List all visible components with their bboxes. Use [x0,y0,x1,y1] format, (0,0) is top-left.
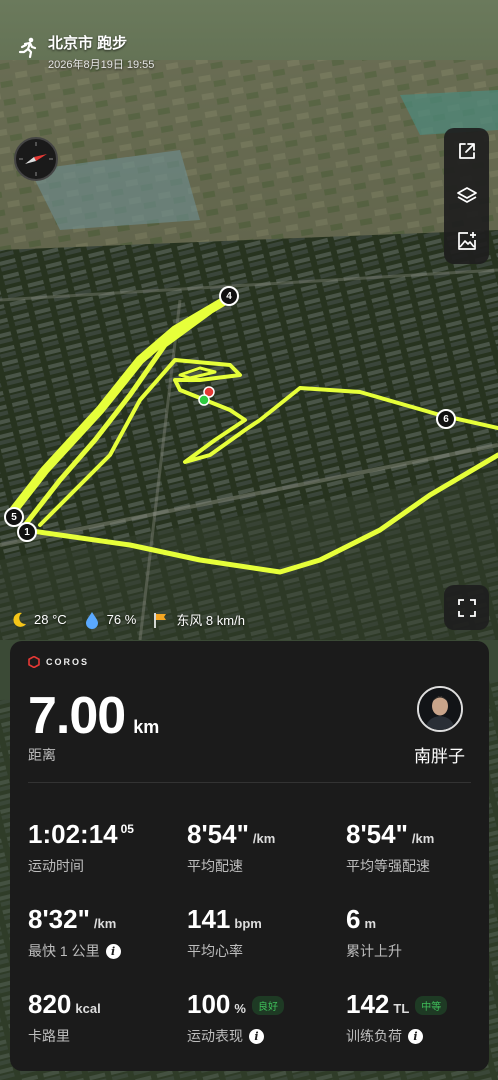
fullscreen-button[interactable] [444,585,489,630]
stat-label: 平均心率 [187,943,243,959]
card-divider [28,782,471,783]
distance-label: 距离 [28,747,56,763]
compass-button[interactable] [14,137,58,181]
weather-bar: 28 °C 76 % 东风 8 km/h [10,610,245,629]
stat-value: 1:02:14 [28,819,118,849]
stat-unit: TL [393,1001,410,1016]
wind-item: 东风 8 km/h [152,610,245,629]
compass-icon [19,142,53,176]
stat-performance: 100 % 良好 运动表现 i [187,989,284,1046]
activity-title: 北京市 跑步 [48,35,128,52]
stat-label: 平均配速 [187,858,243,874]
water-drop-icon [83,611,101,629]
stat-value: 142 [346,989,390,1019]
activity-header: 北京市 跑步 2026年8月19日 19:55 [16,32,154,72]
username: 南胖子 [414,747,465,766]
brand-name: COROS [46,657,90,667]
distance-value: 7.00 km [28,686,159,746]
km-marker-4[interactable]: 4 [219,286,239,306]
activity-datetime: 2026年8月19日 19:55 [48,59,155,71]
stat-unit: /km [252,831,276,846]
humidity-value: 76 % [106,612,137,627]
stat-unit: bpm [234,916,262,931]
training-load-badge: 中等 [415,996,448,1015]
stat-value: 6 [346,904,361,934]
map-tools-panel [444,128,489,264]
temperature-value: 28 °C [34,612,67,627]
temperature-item: 28 °C [10,611,67,629]
stat-unit: % [234,1001,246,1016]
stats-card: COROS 7.00 km 距离 南胖子 1:02:14 05 运动时间 8'5… [10,641,489,1071]
user-profile[interactable]: 南胖子 [414,686,465,767]
km-marker-6[interactable]: 6 [436,409,456,429]
stat-label: 运动表现 [187,1028,243,1044]
stat-value: 141 [187,904,231,934]
info-icon[interactable]: i [408,1028,423,1044]
performance-badge: 良好 [251,996,284,1015]
stat-value: 8'32" [28,904,90,934]
stat-hundredths: 05 [120,822,134,836]
stat-training-load: 142 TL 中等 训练负荷 i [346,989,448,1046]
stat-label: 训练负荷 [346,1028,402,1044]
stat-elevation-gain: 6 m 累计上升 [346,904,402,961]
moon-icon [10,611,28,629]
wind-flag-icon [152,611,170,629]
stat-unit: m [364,916,377,931]
wind-value: 东风 8 km/h [176,613,245,628]
stat-label: 运动时间 [28,858,84,874]
stat-value: 8'54" [187,819,249,849]
stat-label: 平均等强配速 [346,858,430,874]
stat-fastest-km: 8'32" /km 最快 1 公里 i [28,904,121,961]
km-marker-1[interactable]: 1 [17,522,37,542]
stat-label: 卡路里 [28,1028,70,1044]
info-icon[interactable]: i [105,943,121,959]
stat-label: 最快 1 公里 [28,943,100,959]
layers-icon[interactable] [454,183,480,209]
stat-avg-pace: 8'54" /km 平均配速 [187,819,275,876]
stat-value: 820 [28,989,72,1019]
stat-calories: 820 kcal 卡路里 [28,989,101,1046]
stat-unit: kcal [75,1001,101,1016]
stat-value: 8'54" [346,819,408,849]
stat-avg-grade-adjusted-pace: 8'54" /km 平均等强配速 [346,819,434,876]
avatar[interactable] [416,686,463,732]
stat-label: 累计上升 [346,943,402,959]
stat-avg-heart-rate: 141 bpm 平均心率 [187,904,262,961]
coros-logo-icon [28,656,40,668]
user-avatar-image [418,688,461,730]
fullscreen-icon [457,598,476,617]
humidity-item: 76 % [83,611,137,629]
start-point-marker [198,394,210,406]
distance-unit: km [133,717,160,737]
distance-number: 7.00 [28,687,126,745]
share-icon[interactable] [454,138,480,164]
running-icon [18,37,37,59]
stat-unit: /km [93,916,117,931]
stat-unit: /km [411,831,435,846]
add-photo-icon[interactable] [454,228,480,254]
info-icon[interactable]: i [249,1028,264,1044]
brand-logo: COROS [28,656,89,668]
stat-moving-time: 1:02:14 05 运动时间 [28,819,134,876]
stat-value: 100 [187,989,231,1019]
